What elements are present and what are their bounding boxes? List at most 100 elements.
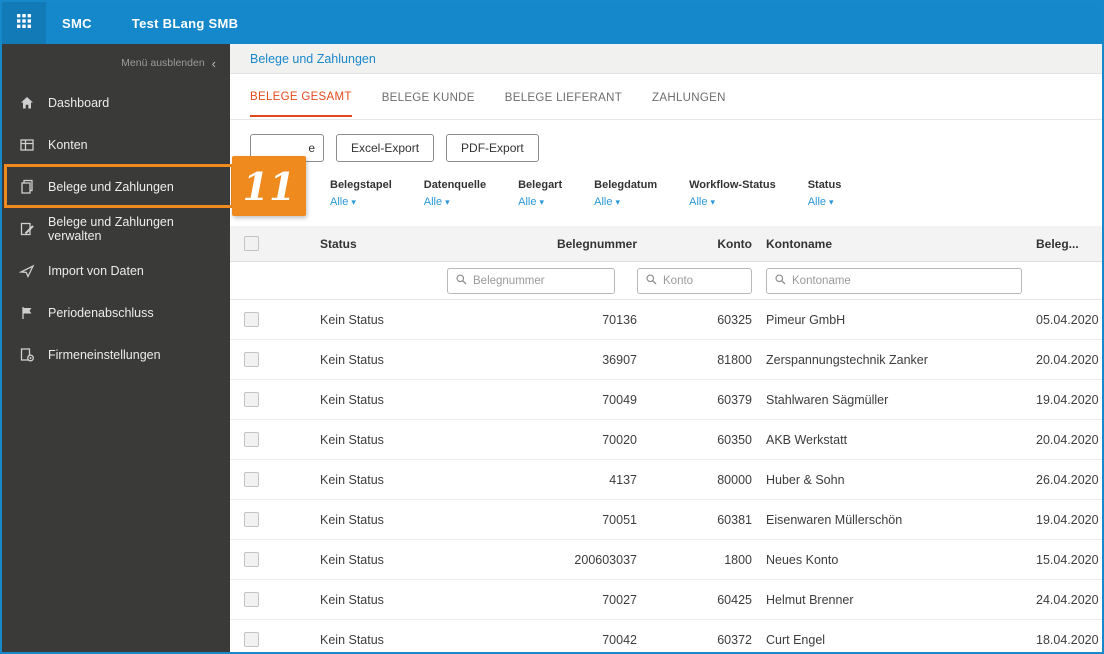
header-kontoname[interactable]: Kontoname (752, 237, 1022, 251)
filter-workflow-status: Workflow-Status Alle ▾ (689, 179, 776, 226)
cell-konto: 1800 (724, 552, 752, 567)
partially-hidden-button[interactable]: e (250, 134, 324, 162)
sidebar-item-belege-verwalten[interactable]: Belege und Zahlungen verwalten (2, 208, 230, 250)
period-close-icon (19, 305, 35, 321)
sidebar: Menü ausblenden ‹ Dashboard Konten Beleg… (2, 44, 230, 652)
row-checkbox[interactable] (243, 592, 259, 607)
content-area: Belege und Zahlungen BELEGE GESAMT BELEG… (230, 44, 1102, 652)
row-checkbox[interactable] (243, 472, 259, 487)
cell-belegdatum: 18.04.2020 (1036, 632, 1099, 647)
header-konto[interactable]: Konto (637, 237, 752, 251)
breadcrumb: Belege und Zahlungen (250, 51, 376, 66)
breadcrumb-bar: Belege und Zahlungen (230, 44, 1102, 74)
search-kontoname (766, 267, 1022, 294)
row-checkbox[interactable] (243, 392, 259, 407)
tab-belege-kunde[interactable]: BELEGE KUNDE (382, 78, 475, 116)
table-row[interactable]: Kein Status 4137 80000 Huber & Sohn 26.0… (230, 460, 1102, 500)
cell-kontoname: Helmut Brenner (766, 592, 854, 607)
cell-status: Kein Status (320, 632, 384, 647)
sidebar-item-firmeneinstellungen[interactable]: Firmeneinstellungen (2, 334, 230, 376)
filter-dropdown[interactable]: Alle ▾ (518, 196, 562, 208)
sidebar-item-import[interactable]: Import von Daten (2, 250, 230, 292)
table-row[interactable]: Kein Status 70020 60350 AKB Werkstatt 20… (230, 420, 1102, 460)
cell-status: Kein Status (320, 432, 384, 447)
sidebar-item-label: Konten (48, 138, 88, 152)
sidebar-item-belege-und-zahlungen[interactable]: Belege und Zahlungen (2, 166, 230, 208)
cell-belegdatum: 19.04.2020 (1036, 512, 1099, 527)
row-checkbox[interactable] (243, 432, 259, 447)
search-belegnummer-input[interactable] (473, 274, 607, 287)
cell-belegdatum: 05.04.2020 (1036, 312, 1099, 327)
row-checkbox[interactable] (243, 632, 259, 647)
search-konto-input[interactable] (663, 274, 744, 287)
filter-dropdown[interactable]: Alle ▾ (424, 196, 486, 208)
cell-belegnummer: 200603037 (574, 552, 637, 567)
cell-kontoname: Pimeur GmbH (766, 312, 846, 327)
cell-konto: 60379 (717, 392, 752, 407)
filter-dropdown[interactable]: Alle ▾ (689, 196, 776, 208)
sidebar-item-dashboard[interactable]: Dashboard (2, 82, 230, 124)
caret-down-icon: ▾ (351, 197, 356, 207)
sidebar-item-konten[interactable]: Konten (2, 124, 230, 166)
table-row[interactable]: Kein Status 70136 60325 Pimeur GmbH 05.0… (230, 300, 1102, 340)
filter-belegstapel: Belegstapel Alle ▾ (330, 179, 392, 226)
app-window: SMC Test BLang SMB Menü ausblenden ‹ Das… (0, 0, 1104, 654)
table-row[interactable]: Kein Status 200603037 1800 Neues Konto 1… (230, 540, 1102, 580)
sidebar-item-label: Belege und Zahlungen verwalten (48, 215, 174, 243)
hide-menu-label: Menü ausblenden (121, 57, 205, 69)
filter-dropdown[interactable]: Alle ▾ (330, 196, 392, 208)
table-row[interactable]: Kein Status 70027 60425 Helmut Brenner 2… (230, 580, 1102, 620)
sidebar-item-label: Periodenabschluss (48, 306, 154, 320)
row-checkbox[interactable] (243, 552, 259, 567)
import-icon (19, 263, 35, 279)
pdf-export-button[interactable]: PDF-Export (446, 134, 539, 162)
excel-export-button[interactable]: Excel-Export (336, 134, 435, 162)
cell-belegdatum: 15.04.2020 (1036, 552, 1099, 567)
header-status[interactable]: Status (312, 237, 447, 251)
cell-kontoname: Zerspannungstechnik Zanker (766, 352, 928, 367)
cell-belegdatum: 20.04.2020 (1036, 352, 1099, 367)
table-row[interactable]: Kein Status 36907 81800 Zerspannungstech… (230, 340, 1102, 380)
table-icon (19, 137, 35, 153)
filter-bar: Belegstapel Alle ▾ Datenquelle Alle ▾ Bele… (230, 166, 1102, 226)
cell-konto: 81800 (717, 352, 752, 367)
header-belegnummer[interactable]: Belegnummer (447, 237, 637, 251)
documents-icon (19, 179, 35, 195)
cell-status: Kein Status (320, 592, 384, 607)
table-row[interactable]: Kein Status 70042 60372 Curt Engel 18.04… (230, 620, 1102, 652)
cell-belegnummer: 70042 (602, 632, 637, 647)
cell-belegdatum: 20.04.2020 (1036, 432, 1099, 447)
tab-belege-lieferant[interactable]: BELEGE LIEFERANT (505, 78, 622, 116)
header-belegdatum[interactable]: Beleg... (1022, 237, 1102, 251)
row-checkbox[interactable] (243, 352, 259, 367)
row-checkbox[interactable] (243, 512, 259, 527)
cell-kontoname: Neues Konto (766, 552, 839, 567)
app-name: SMC (62, 15, 92, 31)
tab-belege-gesamt[interactable]: BELEGE GESAMT (250, 77, 352, 117)
tab-bar: BELEGE GESAMT BELEGE KUNDE BELEGE LIEFER… (230, 74, 1102, 120)
documents-table: Status Belegnummer Konto Kontoname Beleg… (230, 226, 1102, 652)
row-checkbox[interactable] (243, 312, 259, 327)
app-launcher-button[interactable] (2, 2, 46, 44)
cell-konto: 60381 (717, 512, 752, 527)
caret-down-icon: ▾ (539, 197, 544, 207)
cell-kontoname: Curt Engel (766, 632, 826, 647)
sidebar-item-periodenabschluss[interactable]: Periodenabschluss (2, 292, 230, 334)
search-icon (774, 273, 787, 289)
filter-dropdown[interactable]: Alle ▾ (594, 196, 657, 208)
select-all-checkbox[interactable] (243, 236, 259, 251)
sidebar-item-label: Import von Daten (48, 264, 144, 278)
table-row[interactable]: Kein Status 70051 60381 Eisenwaren Mülle… (230, 500, 1102, 540)
cell-konto: 60372 (717, 632, 752, 647)
table-row[interactable]: Kein Status 70049 60379 Stahlwaren Sägmü… (230, 380, 1102, 420)
tab-zahlungen[interactable]: ZAHLUNGEN (652, 78, 726, 116)
filter-dropdown[interactable]: Alle ▾ (808, 196, 842, 208)
search-icon (455, 273, 468, 289)
document-edit-icon (19, 221, 35, 237)
table-header-row: Status Belegnummer Konto Kontoname Beleg… (230, 226, 1102, 262)
company-name[interactable]: Test BLang SMB (132, 16, 239, 31)
hide-menu-button[interactable]: Menü ausblenden ‹ (2, 44, 230, 82)
cell-kontoname: Stahlwaren Sägmüller (766, 392, 889, 407)
sidebar-item-label: Belege und Zahlungen (48, 180, 174, 194)
search-kontoname-input[interactable] (792, 274, 1014, 287)
